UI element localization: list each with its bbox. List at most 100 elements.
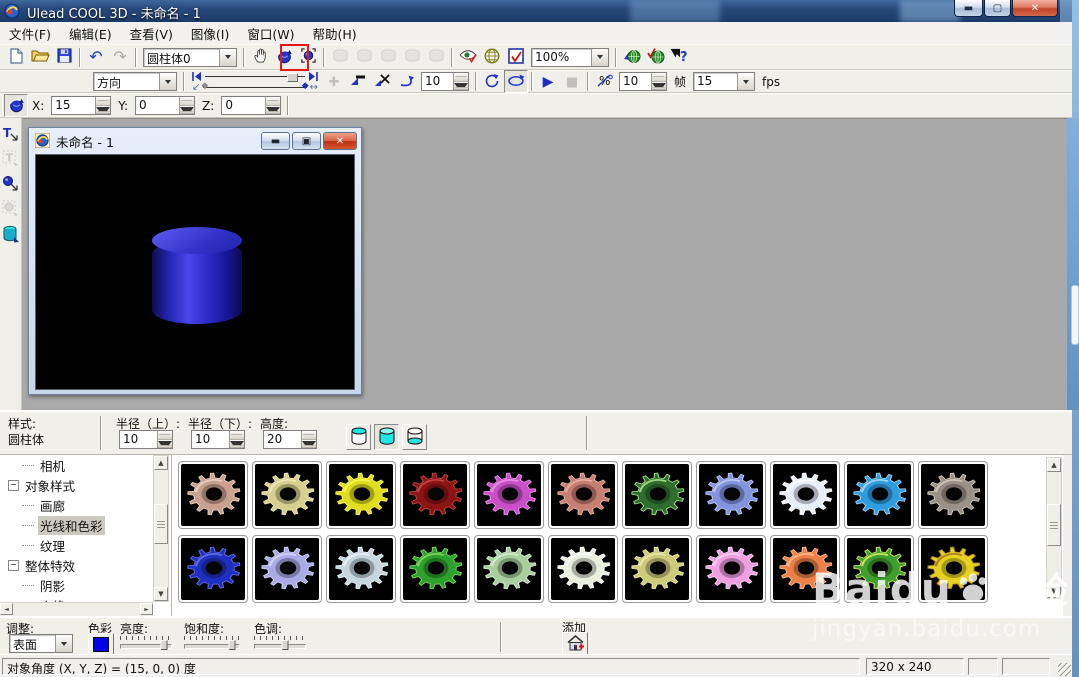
eye-check-button[interactable]	[456, 46, 480, 69]
gear-preset-r2-c2[interactable]	[252, 535, 322, 603]
tree-collapse-icon[interactable]: −	[8, 479, 19, 491]
delete-all-keyframes-button[interactable]	[370, 70, 394, 93]
gear-preset-r1-c5[interactable]	[474, 461, 544, 529]
add-button[interactable]	[562, 632, 588, 656]
spin-up-icon[interactable]	[454, 73, 468, 82]
move-object-button[interactable]	[296, 46, 320, 69]
rotate-object-button[interactable]	[272, 46, 296, 69]
chevron-down-icon[interactable]	[591, 48, 608, 66]
spin-up-icon[interactable]	[230, 431, 244, 440]
spin-up-icon[interactable]	[302, 431, 316, 440]
gear-preset-r2-c8[interactable]	[696, 535, 766, 603]
key-diamond-end[interactable]: ◆	[302, 81, 309, 91]
mode-combo[interactable]: 方向	[93, 72, 177, 91]
loop-value-spinner[interactable]: 10	[421, 72, 469, 91]
slider-thumb[interactable]	[160, 640, 168, 650]
spin-down-icon[interactable]	[652, 81, 666, 90]
tree-item-阴影[interactable]: 阴影	[0, 575, 152, 595]
scroll-down-icon[interactable]: ▼	[1047, 584, 1061, 598]
y-value-spinner[interactable]: 0	[135, 96, 196, 115]
gear-preset-r2-c1[interactable]	[178, 535, 248, 603]
spin-down-icon[interactable]	[158, 439, 172, 448]
gear-preset-r2-c4[interactable]	[400, 535, 470, 603]
pan-hand-button[interactable]	[248, 46, 272, 69]
brightness-slider[interactable]	[120, 636, 172, 650]
doc-restore-button[interactable]: ▣	[292, 132, 321, 150]
scroll-left-icon[interactable]: ◄	[0, 603, 13, 615]
frames-value-spinner[interactable]: 10	[619, 72, 667, 91]
tree-collapse-icon[interactable]: −	[8, 559, 19, 571]
gear-preset-r1-c9[interactable]	[770, 461, 840, 529]
gear-preset-r2-c10[interactable]	[844, 535, 914, 603]
gear-preset-r1-c6[interactable]	[548, 461, 618, 529]
tree-item-画廊[interactable]: 画廊	[0, 495, 152, 515]
chevron-down-icon[interactable]	[737, 73, 755, 90]
chevron-down-icon[interactable]	[159, 73, 176, 90]
cylinder-top-cap-button[interactable]	[346, 424, 371, 450]
insert-object-button[interactable]	[1, 174, 21, 196]
scroll-down-icon[interactable]: ▼	[154, 587, 168, 601]
help-pointer-button[interactable]: ?	[668, 46, 692, 69]
cylinder-object[interactable]	[152, 227, 242, 325]
scroll-up-icon[interactable]: ▲	[1047, 458, 1061, 472]
color-swatch-button[interactable]	[88, 633, 114, 656]
gear-preset-r2-c3[interactable]	[326, 535, 396, 603]
radius-top-spinner[interactable]: 10	[119, 430, 173, 449]
slider-thumb[interactable]	[281, 640, 289, 650]
spin-down-icon[interactable]	[454, 81, 468, 90]
menu-查看(V)[interactable]: 查看(V)	[121, 22, 182, 45]
snip-frames-button[interactable]: %	[592, 70, 616, 93]
gallery-vertical-scrollbar[interactable]: ▲ ▼	[1046, 457, 1062, 599]
z-value-spinner[interactable]: 0	[221, 96, 282, 115]
reverse-path-button[interactable]	[394, 70, 418, 93]
menu-窗口(W)[interactable]: 窗口(W)	[238, 22, 303, 45]
tree-item-纹理[interactable]: 纹理	[0, 535, 152, 555]
gear-preset-r1-c3[interactable]	[326, 461, 396, 529]
gear-preset-r2-c5[interactable]	[474, 535, 544, 603]
menu-图像(I)[interactable]: 图像(I)	[182, 22, 238, 45]
chevron-down-icon[interactable]	[219, 48, 236, 66]
rotate-object-button[interactable]	[4, 94, 28, 117]
tree-item-对象样式[interactable]: − 对象样式	[0, 475, 152, 495]
tree-item-相机[interactable]: 相机	[0, 455, 152, 475]
gear-preset-r1-c4[interactable]	[400, 461, 470, 529]
loop-cycle-button[interactable]	[480, 70, 504, 93]
gear-preset-r1-c8[interactable]	[696, 461, 766, 529]
gear-preset-r2-c11[interactable]	[918, 535, 988, 603]
tree-item-光线和色彩[interactable]: 光线和色彩	[0, 515, 152, 535]
open-folder-button[interactable]	[28, 46, 52, 69]
timeline-knob[interactable]	[287, 72, 298, 82]
cylinder-bottom-cap-button[interactable]	[402, 424, 427, 450]
cylinder-solid-button[interactable]	[374, 424, 399, 450]
doc-minimize-button[interactable]: ▬	[261, 132, 290, 150]
hue-slider[interactable]	[254, 636, 306, 650]
zoom-combo[interactable]: 100%	[531, 47, 609, 67]
resize-grip[interactable]	[1058, 663, 1071, 676]
gear-preset-r1-c10[interactable]	[844, 461, 914, 529]
insert-text-button[interactable]: T	[1, 124, 21, 146]
spin-up-icon[interactable]	[652, 73, 666, 82]
new-document-button[interactable]	[4, 46, 28, 69]
gear-preset-r1-c11[interactable]	[918, 461, 988, 529]
web-globe-check-button[interactable]	[644, 46, 668, 69]
cylinder-tool-button[interactable]	[1, 224, 21, 246]
menu-编辑(E)[interactable]: 编辑(E)	[60, 22, 121, 45]
maximize-button[interactable]: ▢	[984, 0, 1011, 17]
document-title-bar[interactable]: 未命名 - 1	[34, 132, 114, 151]
scroll-up-icon[interactable]: ▲	[154, 456, 168, 470]
keyframe-timeline[interactable]: ↙ ◆ ◆ ↔	[192, 71, 318, 93]
surface-combo[interactable]: 表面	[9, 634, 73, 653]
gear-preset-r2-c6[interactable]	[548, 535, 618, 603]
key-diamond-start[interactable]: ◆	[201, 81, 208, 91]
spin-up-icon[interactable]	[180, 97, 195, 106]
doc-close-button[interactable]: ✕	[323, 132, 357, 150]
height-spinner[interactable]: 20	[263, 430, 317, 449]
undo-button[interactable]: ↶	[84, 46, 108, 69]
spin-down-icon[interactable]	[96, 105, 111, 114]
tree-scroll-thumb[interactable]	[154, 504, 168, 544]
globe-button[interactable]	[480, 46, 504, 69]
slider-thumb[interactable]	[228, 640, 236, 650]
spin-up-icon[interactable]	[96, 97, 111, 106]
render-canvas[interactable]	[35, 154, 355, 390]
play-button[interactable]: ▶	[536, 70, 560, 93]
